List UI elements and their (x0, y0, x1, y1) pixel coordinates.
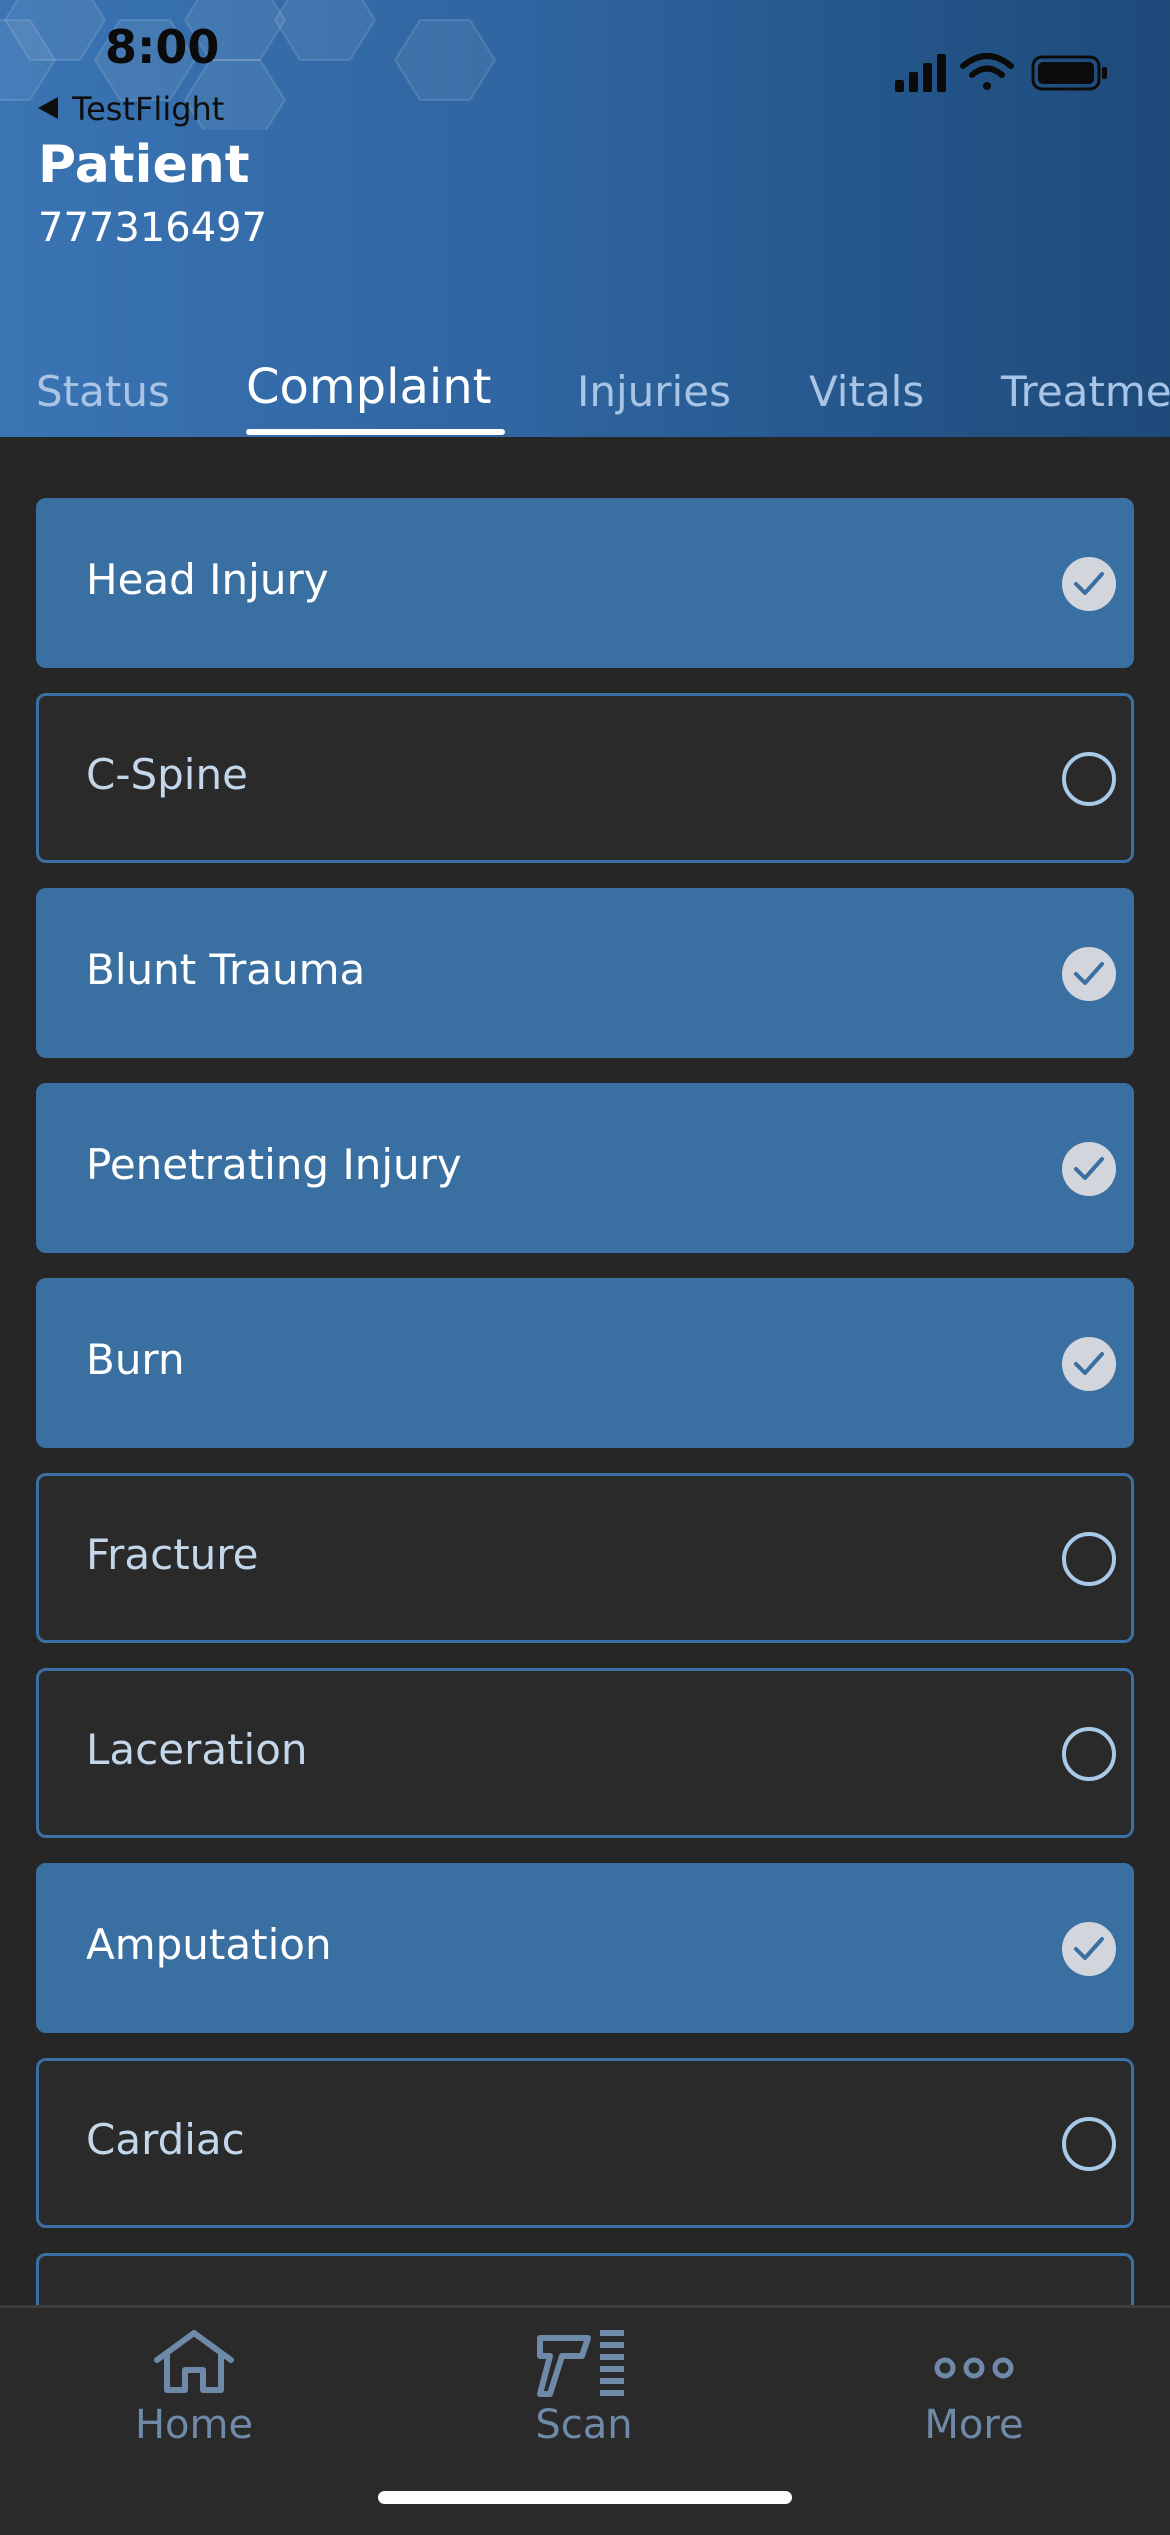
complaint-item-c-spine[interactable]: C-Spine (36, 693, 1134, 863)
home-icon (154, 2330, 234, 2393)
active-tab-indicator (246, 429, 505, 435)
complaint-label: Penetrating Injury (86, 1140, 462, 1189)
tab-complaint[interactable]: Complaint (246, 359, 491, 415)
patient-id: 777316497 (38, 205, 268, 251)
complaint-label: Blunt Trauma (86, 945, 366, 994)
back-arrow-icon (38, 97, 58, 119)
battery-icon (1031, 55, 1107, 91)
tab-bar: Status Complaint Injuries Vitals Treatme (0, 355, 1170, 437)
complaint-label: Head Injury (86, 555, 329, 604)
complaint-label: Burn (86, 1335, 185, 1384)
checkmark-circle-icon (1062, 1922, 1116, 1976)
empty-circle-icon (1062, 2117, 1116, 2171)
app-header: 8:00 TestFlight Patient 777316497 Status… (0, 0, 1170, 437)
cellular-signal-icon (895, 54, 946, 92)
tab-status[interactable]: Status (36, 367, 170, 416)
complaint-label: Fracture (86, 1530, 259, 1579)
tab-vitals[interactable]: Vitals (809, 367, 924, 416)
tab-treatment[interactable]: Treatme (1001, 367, 1170, 416)
status-time: 8:00 (105, 20, 220, 74)
complaint-label: Laceration (86, 1725, 308, 1774)
nav-scan[interactable]: Scan (434, 2328, 734, 2448)
checkmark-circle-icon (1062, 947, 1116, 1001)
status-indicators (895, 53, 1107, 92)
checkmark-circle-icon (1062, 557, 1116, 611)
complaint-item-head-injury[interactable]: Head Injury (36, 498, 1134, 668)
complaint-item-cardiac[interactable]: Cardiac (36, 2058, 1134, 2228)
more-icon (934, 2357, 1014, 2379)
nav-home[interactable]: Home (44, 2328, 344, 2448)
empty-circle-icon (1062, 1727, 1116, 1781)
checkmark-circle-icon (1062, 1337, 1116, 1391)
nav-more-label: More (924, 2402, 1024, 2448)
complaint-item-blunt-trauma[interactable]: Blunt Trauma (36, 888, 1134, 1058)
complaint-label: Amputation (86, 1920, 332, 1969)
back-to-testflight[interactable]: TestFlight (38, 90, 224, 128)
complaint-item-laceration[interactable]: Laceration (36, 1668, 1134, 1838)
complaint-label: Cardiac (86, 2115, 245, 2164)
barcode-scanner-icon (537, 2330, 624, 2397)
nav-home-label: Home (134, 2402, 254, 2448)
page-title: Patient (38, 135, 250, 195)
complaint-item-amputation[interactable]: Amputation (36, 1863, 1134, 2033)
wifi-icon (960, 53, 1014, 90)
home-indicator (378, 2491, 792, 2504)
nav-more[interactable]: More (824, 2328, 1124, 2448)
nav-scan-label: Scan (535, 2402, 633, 2448)
complaint-label: C-Spine (86, 750, 248, 799)
complaint-item-burn[interactable]: Burn (36, 1278, 1134, 1448)
complaint-item-fracture[interactable]: Fracture (36, 1473, 1134, 1643)
empty-circle-icon (1062, 1532, 1116, 1586)
complaint-item-penetrating-injury[interactable]: Penetrating Injury (36, 1083, 1134, 1253)
tab-injuries[interactable]: Injuries (577, 367, 731, 416)
checkmark-circle-icon (1062, 1142, 1116, 1196)
empty-circle-icon (1062, 752, 1116, 806)
back-label: TestFlight (72, 90, 225, 128)
